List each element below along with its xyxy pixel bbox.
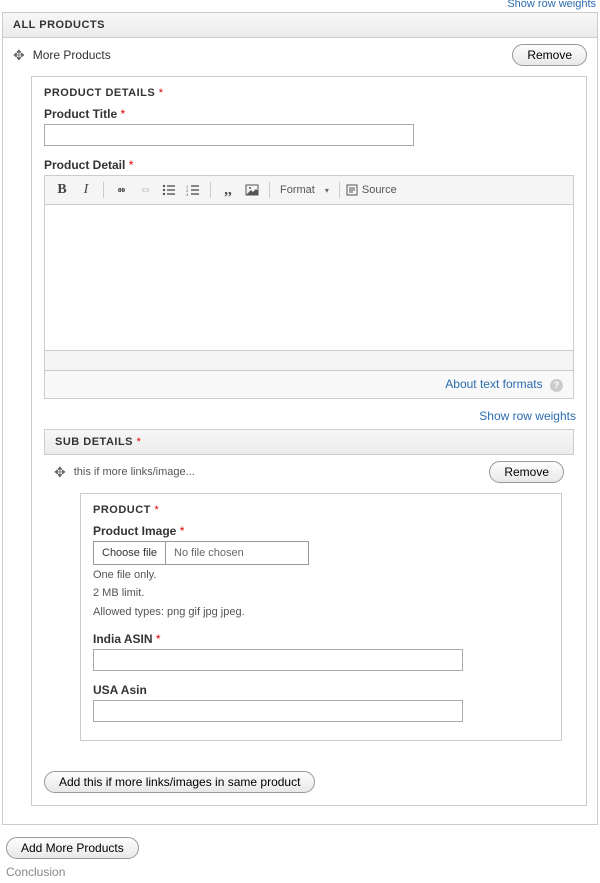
sub-details-header: SUB DETAILS * bbox=[44, 430, 574, 455]
choose-file-button[interactable]: Choose file bbox=[93, 541, 166, 565]
remove-product-button[interactable]: Remove bbox=[512, 44, 587, 66]
india-asin-field: India ASIN * bbox=[81, 628, 561, 679]
product-details-header: PRODUCT DETAILS * bbox=[32, 77, 586, 103]
all-products-panel: ALL PRODUCTS ✥ More Products Remove PROD… bbox=[2, 12, 598, 825]
bold-icon[interactable]: B bbox=[51, 180, 73, 200]
blockquote-icon[interactable]: ,, bbox=[217, 180, 239, 200]
source-button[interactable]: Source bbox=[346, 184, 397, 196]
separator-icon bbox=[339, 182, 340, 198]
usa-asin-input[interactable] bbox=[93, 700, 463, 722]
editor-footer bbox=[45, 350, 573, 370]
svg-text:3: 3 bbox=[186, 192, 189, 196]
product-title-label: Product Title * bbox=[44, 107, 574, 121]
about-text-formats-row: About text formats ? bbox=[45, 371, 573, 398]
link-icon[interactable] bbox=[110, 180, 132, 200]
format-dropdown[interactable]: Format ▾ bbox=[276, 182, 333, 198]
editor-body[interactable] bbox=[45, 205, 573, 350]
product-image-field: Product Image * Choose file No file chos… bbox=[81, 520, 561, 628]
show-row-weights-link[interactable]: Show row weights bbox=[479, 409, 576, 423]
all-products-header: ALL PRODUCTS bbox=[3, 13, 597, 38]
sub-details-panel: SUB DETAILS * ✥ this if more links/image… bbox=[44, 429, 574, 761]
help-icon[interactable]: ? bbox=[550, 379, 563, 392]
product-detail-label: Product Detail * bbox=[44, 158, 574, 172]
editor-toolbar: B I 123 ,, bbox=[45, 176, 573, 205]
add-sub-row: Add this if more links/images in same pr… bbox=[32, 761, 586, 805]
india-asin-label: India ASIN * bbox=[93, 632, 549, 646]
add-more-products-button[interactable]: Add More Products bbox=[6, 837, 139, 859]
product-detail-field: Product Detail * B I bbox=[32, 154, 586, 371]
usa-asin-field: USA Asin bbox=[81, 679, 561, 740]
separator-icon bbox=[210, 182, 211, 198]
file-input[interactable]: Choose file No file chosen bbox=[93, 541, 309, 565]
product-image-label: Product Image * bbox=[93, 524, 549, 538]
remove-sub-button[interactable]: Remove bbox=[489, 461, 564, 483]
separator-icon bbox=[269, 182, 270, 198]
file-help-3: Allowed types: png gif jpg jpeg. bbox=[93, 605, 549, 620]
show-row-weights-top[interactable]: Show row weights bbox=[0, 0, 600, 10]
show-row-weights-row: Show row weights bbox=[32, 399, 586, 429]
product-details-panel: PRODUCT DETAILS * Product Title * Produc… bbox=[31, 76, 587, 806]
product-inner-panel: PRODUCT * Product Image * Choose file No… bbox=[80, 493, 562, 741]
bulleted-list-icon[interactable] bbox=[158, 180, 180, 200]
numbered-list-icon[interactable]: 123 bbox=[182, 180, 204, 200]
about-text-formats-link[interactable]: About text formats bbox=[445, 377, 542, 391]
drag-handle-icon[interactable]: ✥ bbox=[13, 48, 25, 62]
chevron-down-icon: ▾ bbox=[325, 186, 329, 195]
conclusion-label: Conclusion bbox=[0, 861, 600, 883]
image-icon[interactable] bbox=[241, 180, 263, 200]
add-sub-button[interactable]: Add this if more links/images in same pr… bbox=[44, 771, 315, 793]
italic-icon[interactable]: I bbox=[75, 180, 97, 200]
file-help-1: One file only. bbox=[93, 568, 549, 583]
separator-icon bbox=[103, 182, 104, 198]
product-inner-header: PRODUCT * bbox=[81, 494, 561, 520]
add-more-row: Add More Products bbox=[0, 825, 600, 861]
product-title-field: Product Title * bbox=[32, 103, 586, 154]
sub-item-row: ✥ this if more links/image... Remove bbox=[44, 455, 574, 489]
rich-text-editor: B I 123 ,, bbox=[44, 175, 574, 371]
drag-handle-icon[interactable]: ✥ bbox=[54, 465, 66, 479]
india-asin-input[interactable] bbox=[93, 649, 463, 671]
unlink-icon bbox=[134, 180, 156, 200]
product-title-input[interactable] bbox=[44, 124, 414, 146]
file-help-2: 2 MB limit. bbox=[93, 586, 549, 601]
more-products-row: ✥ More Products Remove bbox=[3, 38, 597, 72]
more-products-label: More Products bbox=[33, 48, 111, 62]
sub-item-label: this if more links/image... bbox=[74, 466, 195, 478]
source-icon bbox=[346, 184, 358, 196]
usa-asin-label: USA Asin bbox=[93, 683, 549, 697]
file-status: No file chosen bbox=[166, 541, 309, 565]
